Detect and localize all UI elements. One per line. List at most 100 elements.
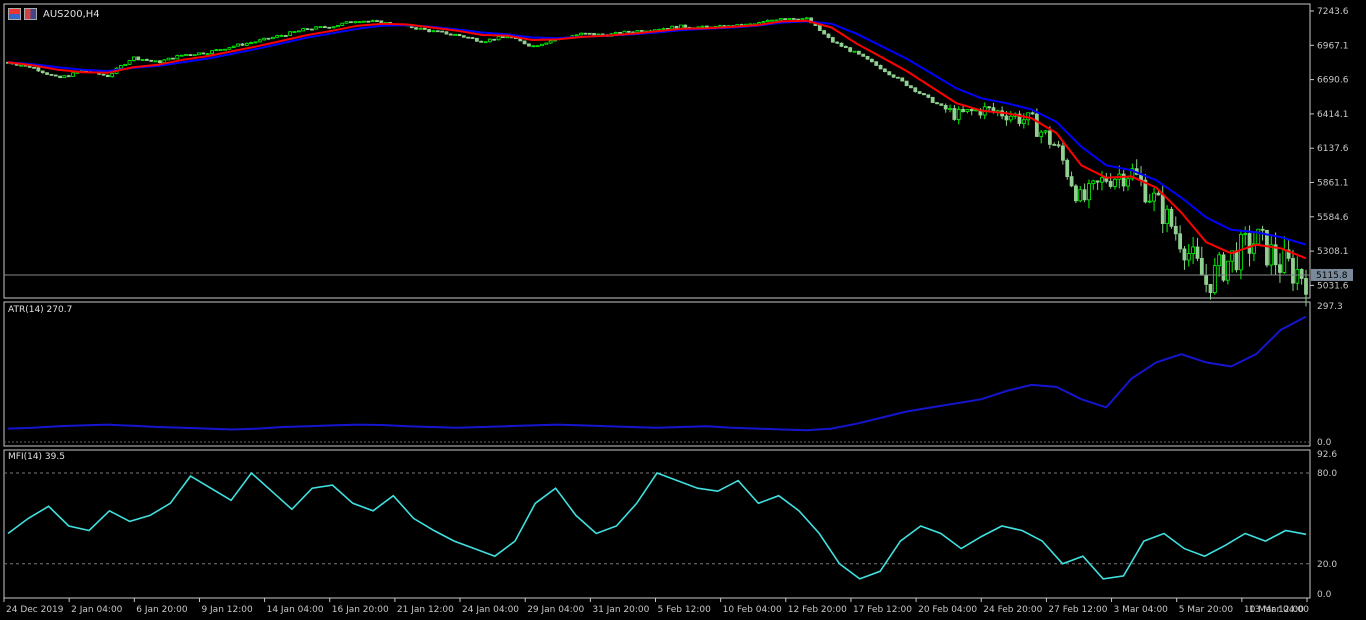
candle-body (1234, 250, 1239, 271)
candle-body (145, 59, 149, 61)
candle-body (1052, 144, 1057, 146)
candle-body (40, 70, 45, 74)
price-axis-label: 5308.1 (1317, 247, 1349, 257)
candle-body (574, 34, 579, 37)
trading-chart[interactable]: 7243.6 6967.1 6690.6 6414.1 6137.6 5861.1 5584… (0, 0, 1366, 620)
candle-body (323, 26, 327, 28)
candle-body (804, 17, 809, 20)
candle-body (344, 21, 349, 24)
candle-body (926, 94, 931, 98)
candle-body (1191, 246, 1196, 254)
candle-body (1204, 274, 1209, 285)
candle-body (900, 77, 905, 82)
candle-body (1208, 284, 1213, 293)
candle-body (1065, 159, 1070, 178)
time-axis-label: 5 Mar 20:00 (1179, 605, 1234, 615)
candle-body (540, 43, 544, 47)
candle-body (58, 75, 62, 79)
candle-body (1291, 257, 1295, 284)
atr-line (7, 315, 1307, 432)
candle-body (596, 33, 601, 36)
price-axis-label: 5584.6 (1317, 213, 1349, 223)
candle-body (227, 47, 232, 50)
candle-body (765, 19, 770, 23)
candle-body (1069, 176, 1074, 187)
candle-body (448, 33, 453, 36)
candle-body (136, 56, 141, 61)
candle-body (440, 30, 445, 33)
time-axis-label: 5 Feb 12:00 (658, 605, 712, 615)
candle-body (1165, 208, 1169, 225)
candle-body (909, 85, 913, 89)
candle-body (1021, 119, 1026, 124)
candle-body (431, 30, 436, 33)
candle-body (314, 26, 319, 30)
candle-body (917, 91, 922, 94)
time-axis-label: 2 Jan 04:00 (71, 605, 123, 615)
candle-body (305, 28, 310, 31)
time-axis-label: 24 Jan 04:00 (462, 605, 519, 615)
candle-body (1195, 246, 1200, 259)
candle-body (1169, 208, 1174, 227)
candle-body (214, 49, 219, 52)
time-axis-label: 6 Jan 20:00 (136, 605, 188, 615)
candle-body (131, 56, 136, 61)
candle-body (943, 105, 948, 110)
candle-body (357, 21, 362, 24)
candle-body (1256, 228, 1261, 245)
candle-body (522, 40, 527, 45)
candle-body (1304, 278, 1308, 295)
candle-body (826, 33, 831, 38)
candle-body (1295, 269, 1300, 284)
atr-axis-label: 0.0 (1317, 438, 1332, 448)
candle-body (579, 32, 583, 36)
candle-body (349, 21, 353, 24)
time-axis-label: 12 Feb 20:00 (788, 605, 847, 615)
atr-pane-frame (3, 301, 1311, 447)
candle-body (861, 53, 866, 57)
candle-body (118, 65, 123, 69)
candle-body (140, 59, 145, 61)
candle-body (127, 60, 132, 65)
candle-body (1225, 260, 1230, 281)
candle-body (244, 42, 249, 46)
candle-body (53, 74, 58, 77)
candle-body (36, 67, 41, 72)
candle-body (1152, 192, 1156, 202)
candle-body (223, 48, 227, 51)
candle-body (770, 19, 774, 22)
candle-body (279, 35, 284, 37)
time-axis-label: 21 Jan 12:00 (397, 605, 454, 615)
price-axis-label: 6414.1 (1317, 110, 1349, 120)
candle-body (453, 33, 458, 36)
candle-body (257, 39, 262, 43)
candle-body (158, 60, 162, 64)
candle-body (531, 45, 536, 48)
time-axis-label: 17 Feb 12:00 (853, 605, 912, 615)
candle-body (1278, 264, 1282, 273)
candle-body (1074, 185, 1078, 202)
candle-body (427, 29, 431, 33)
candle-body (761, 21, 766, 24)
price-axis-label: 7243.6 (1317, 7, 1349, 17)
candle-body (66, 75, 71, 78)
candle-body (961, 109, 965, 113)
candle-body (353, 21, 358, 24)
time-axis-label: 14 Jan 04:00 (267, 605, 324, 615)
candle-body (210, 50, 214, 55)
candle-body (283, 35, 288, 37)
candle-body (1039, 131, 1044, 137)
time-axis-label: 10 Feb 04:00 (723, 605, 782, 615)
candle-body (674, 25, 679, 29)
price-axis-label: 6967.1 (1317, 41, 1349, 51)
candle-body (309, 28, 314, 31)
candle-body (683, 24, 688, 28)
time-axis-label: 31 Jan 20:00 (592, 605, 649, 615)
candle-body (527, 43, 531, 47)
candle-body (301, 28, 306, 32)
candle-body (318, 26, 323, 28)
candle-body (1199, 257, 1204, 276)
candle-body (800, 18, 805, 21)
candle-body (288, 31, 293, 36)
candle-body (774, 19, 779, 22)
